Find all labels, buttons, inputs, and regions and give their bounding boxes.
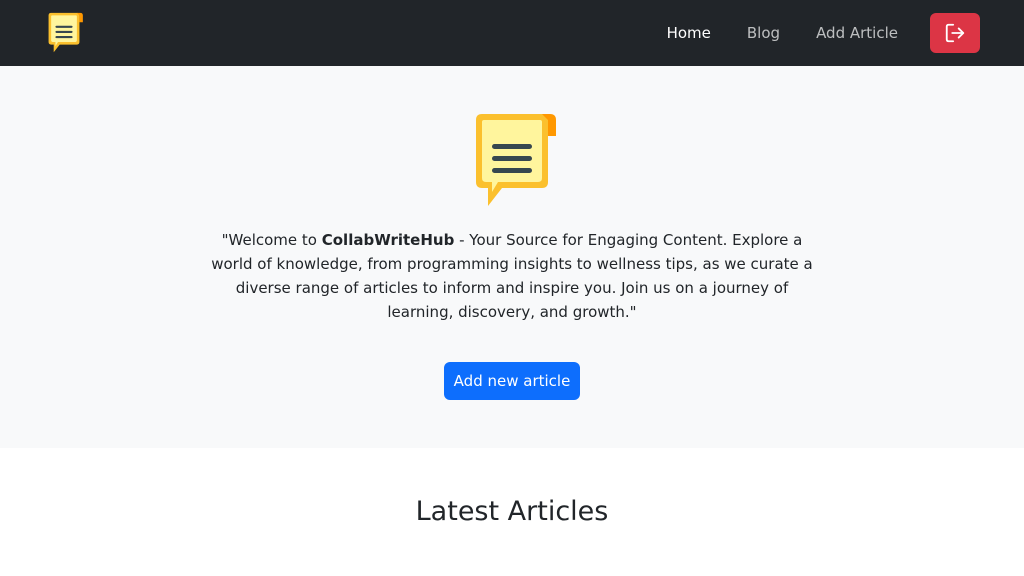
navbar: Home Blog Add Article xyxy=(0,0,1024,66)
nav-link-blog[interactable]: Blog xyxy=(747,24,780,42)
hero-description: "Welcome to CollabWriteHub - Your Source… xyxy=(204,228,820,324)
add-new-article-button[interactable]: Add new article xyxy=(444,362,580,400)
hero-logo xyxy=(468,112,556,210)
logout-button[interactable] xyxy=(930,13,980,53)
hero-section: "Welcome to CollabWriteHub - Your Source… xyxy=(0,66,1024,448)
nav-links: Home Blog Add Article xyxy=(631,0,980,66)
hero-text-before: "Welcome to xyxy=(221,231,322,249)
logout-icon xyxy=(945,23,965,43)
document-chat-icon xyxy=(476,114,556,206)
brand-logo[interactable] xyxy=(44,12,84,54)
latest-articles-heading: Latest Articles xyxy=(415,496,609,527)
hero-brand-name: CollabWriteHub xyxy=(321,231,455,249)
document-chat-icon xyxy=(48,12,83,53)
nav-link-home[interactable]: Home xyxy=(667,24,711,42)
nav-link-add-article[interactable]: Add Article xyxy=(816,24,898,42)
